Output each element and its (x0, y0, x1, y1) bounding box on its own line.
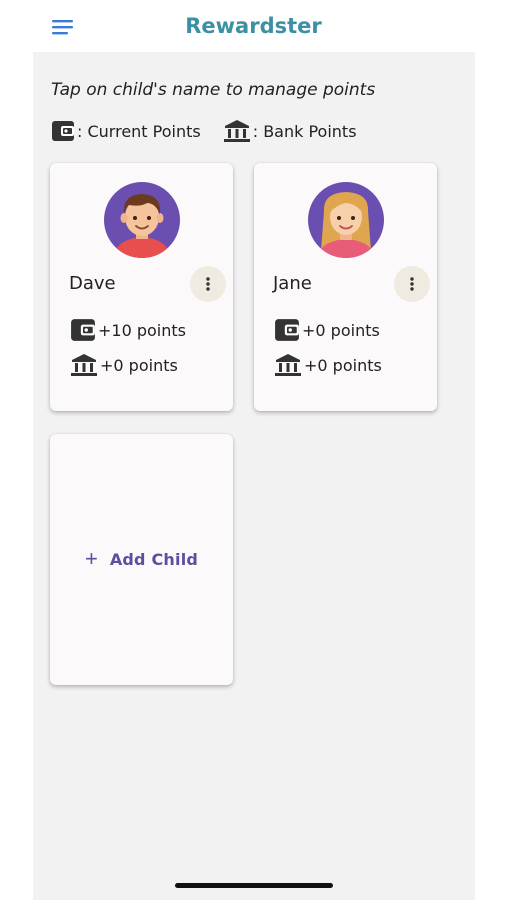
bank-icon (275, 354, 301, 376)
bank-points-value: +0 points (304, 355, 382, 375)
bank-icon (71, 354, 97, 376)
add-child-content: + Add Child (50, 548, 233, 570)
plus-icon: + (84, 546, 98, 571)
more-options-button[interactable] (190, 266, 226, 302)
more-vertical-icon (206, 277, 210, 291)
current-points-row: +0 points (274, 318, 380, 342)
current-points-row: +10 points (70, 318, 186, 342)
current-points-value: +0 points (302, 320, 380, 340)
legend-bank-points: : Bank Points (223, 119, 357, 143)
app-title: Rewardster (185, 14, 322, 38)
legend-bank-label: : Bank Points (252, 121, 357, 141)
bank-icon (223, 120, 250, 142)
instruction-text: Tap on child's name to manage points (51, 80, 376, 100)
more-options-button[interactable] (394, 266, 430, 302)
add-child-button[interactable]: + Add Child (50, 434, 233, 685)
legend-current-label: : Current Points (77, 121, 201, 141)
main-content: Tap on child's name to manage points : C… (33, 52, 475, 900)
child-card-dave: Dave +10 points +0 points (50, 163, 233, 411)
child-name-dave[interactable]: Dave (69, 273, 116, 294)
child-card-jane: Jane +0 points +0 points (254, 163, 437, 411)
wallet-icon (52, 121, 74, 141)
legend-current-points: : Current Points (51, 120, 201, 142)
bank-points-value: +0 points (100, 355, 178, 375)
wallet-icon (71, 319, 95, 341)
child-name-jane[interactable]: Jane (273, 273, 312, 294)
current-points-value: +10 points (98, 320, 186, 340)
bank-points-row: +0 points (70, 352, 178, 378)
girl-avatar-icon (307, 181, 385, 259)
more-vertical-icon (410, 277, 414, 291)
boy-avatar-icon (103, 181, 181, 259)
points-legend: : Current Points : Bank Points (51, 118, 379, 144)
app-bar: Rewardster (0, 0, 507, 52)
wallet-icon (275, 319, 299, 341)
add-child-label: Add Child (109, 549, 199, 569)
home-indicator (175, 883, 333, 888)
bank-points-row: +0 points (274, 352, 382, 378)
